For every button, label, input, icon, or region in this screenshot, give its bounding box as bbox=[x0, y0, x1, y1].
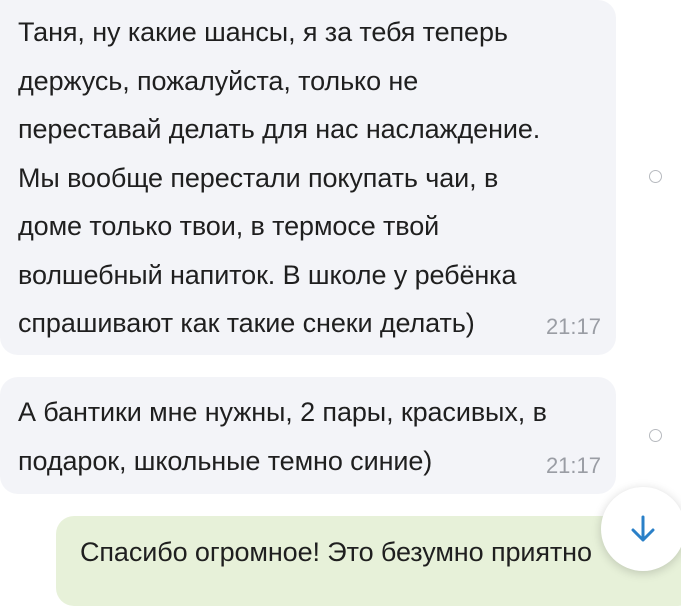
message-text: Таня, ну какие шансы, я за тебя теперь д… bbox=[18, 17, 541, 338]
scroll-to-bottom-button[interactable] bbox=[601, 487, 681, 571]
select-message-circle[interactable] bbox=[649, 170, 662, 183]
message-bubble-incoming[interactable]: Таня, ну какие шансы, я за тебя теперь д… bbox=[0, 0, 616, 355]
message-bubble-outgoing[interactable]: Спасибо огромное! Это безумно приятно bbox=[56, 516, 681, 606]
arrow-down-icon bbox=[631, 515, 655, 542]
chat-history: Таня, ну какие шансы, я за тебя теперь д… bbox=[0, 0, 681, 606]
message-time: 21:17 bbox=[545, 453, 601, 478]
message-text: Спасибо огромное! Это безумно приятно bbox=[80, 537, 592, 567]
message-bubble-incoming[interactable]: А бантики мне нужны, 2 пары, красивых, в… bbox=[0, 377, 616, 494]
select-message-circle[interactable] bbox=[649, 429, 662, 442]
message-text: А бантики мне нужны, 2 пары, красивых, в… bbox=[18, 397, 547, 476]
message-time: 21:17 bbox=[545, 314, 601, 339]
